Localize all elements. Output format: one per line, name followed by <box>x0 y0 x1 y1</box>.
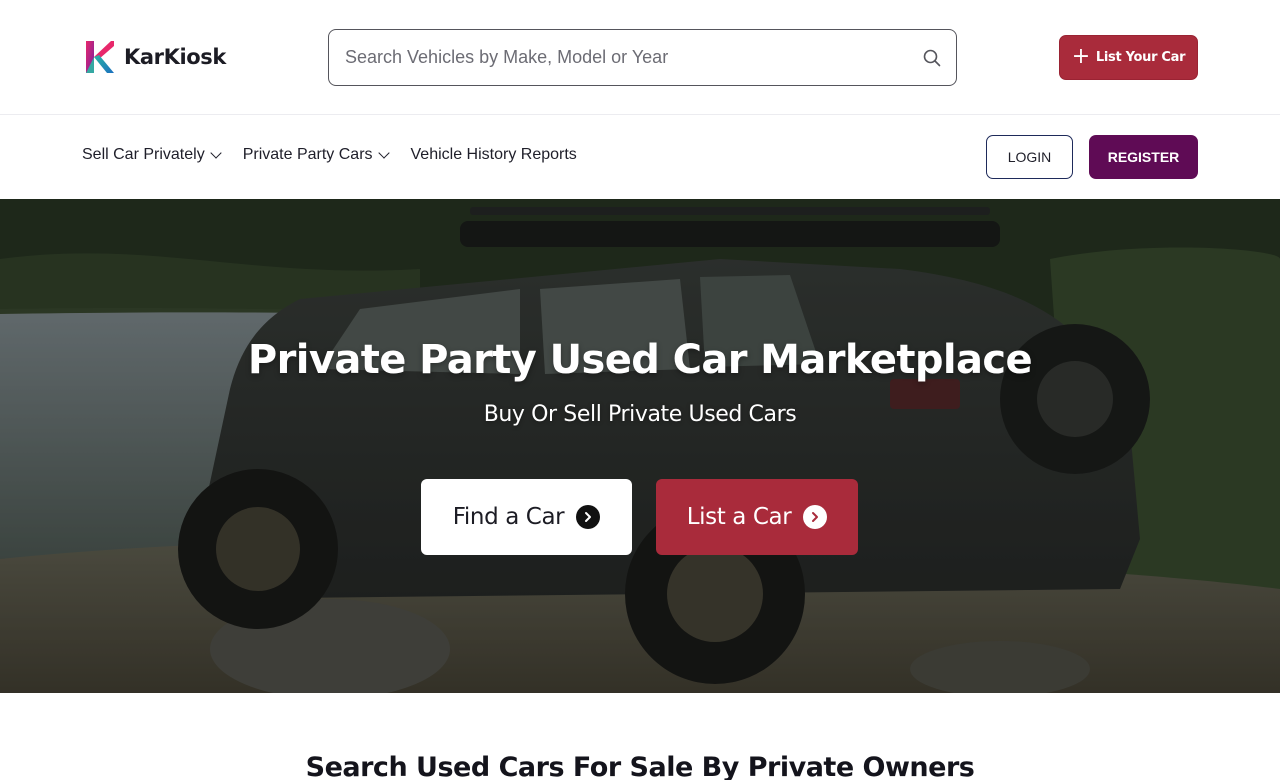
nav-item-label: Private Party Cars <box>242 146 373 163</box>
list-a-car-button[interactable]: List a Car <box>656 479 858 555</box>
search-input[interactable] <box>345 47 922 68</box>
hero-title: Private Party Used Car Marketplace <box>247 337 1033 383</box>
find-a-car-button[interactable]: Find a Car <box>421 479 632 555</box>
hero-overlay <box>0 199 1280 693</box>
hero-banner: Private Party Used Car Marketplace Buy O… <box>0 199 1280 693</box>
top-header: KarKiosk + List Your Car <box>0 0 1280 115</box>
chevron-down-icon <box>210 147 222 159</box>
find-a-car-label: Find a Car <box>452 504 565 530</box>
list-your-car-label: List Your Car <box>1095 50 1186 65</box>
arrow-right-circle-icon <box>576 505 601 529</box>
nav-item-private-party-cars[interactable]: Private Party Cars <box>242 146 390 164</box>
brand-name: KarKiosk <box>124 45 226 69</box>
plus-icon: + <box>1071 43 1090 69</box>
list-your-car-button[interactable]: + List Your Car <box>1059 35 1198 80</box>
section-title: Search Used Cars For Sale By Private Own… <box>305 752 975 780</box>
arrow-right-circle-icon <box>803 505 828 529</box>
nav-item-sell-car-privately[interactable]: Sell Car Privately <box>82 146 222 164</box>
nav-item-label: Sell Car Privately <box>82 146 205 163</box>
register-button[interactable]: REGISTER <box>1089 135 1198 179</box>
brand-logo[interactable]: KarKiosk <box>85 40 226 74</box>
search-bar[interactable] <box>328 29 957 86</box>
hero-subtitle: Buy Or Sell Private Used Cars <box>483 402 797 427</box>
k-logo-icon <box>86 41 114 73</box>
nav-item-vehicle-history-reports[interactable]: Vehicle History Reports <box>411 146 577 164</box>
chevron-down-icon <box>377 147 390 159</box>
list-a-car-label: List a Car <box>686 504 792 530</box>
nav-links: Sell Car Privately Private Party Cars Ve… <box>82 146 577 164</box>
login-button[interactable]: LOGIN <box>986 135 1073 179</box>
nav-item-label: Vehicle History Reports <box>410 146 577 163</box>
main-nav: Sell Car Privately Private Party Cars Ve… <box>0 116 1280 199</box>
search-icon[interactable] <box>922 48 942 68</box>
